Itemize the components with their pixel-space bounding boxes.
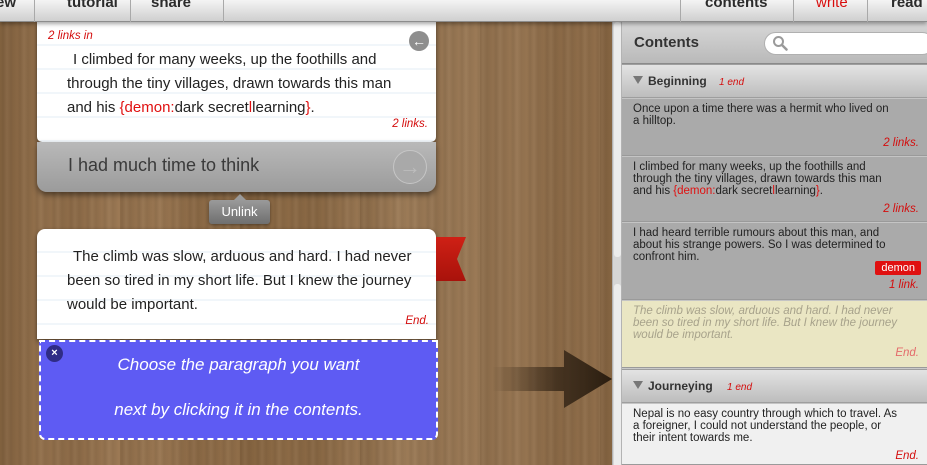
choose-next-paragraph-prompt: × Choose the paragraph you want next by … [39,340,438,440]
search-box[interactable] [764,32,927,55]
scroll-thumb-lower [614,284,621,465]
chevron-down-icon[interactable] [633,76,643,84]
unlink-button[interactable]: Unlink [209,194,270,224]
entry-text: Nepal is no easy country through which t… [633,408,898,444]
demon-tag-badge[interactable]: demon [875,261,921,275]
top-menu-bar: ew tutorial share contents write read [0,0,927,22]
entry-text: Once upon a time there was a hermit who … [633,103,889,127]
menu-separator [223,0,224,22]
chapter-header-beginning[interactable]: Beginning 1 end [622,64,927,98]
back-arrow-icon[interactable]: ← [409,31,429,51]
search-icon [773,36,788,51]
end-label: End. [405,315,429,327]
chapter-header-journeying[interactable]: Journeying 1 end [622,369,927,403]
entry-link-count: 2 links. [883,137,919,149]
contents-entry[interactable]: Nepal is no easy country through which t… [622,403,927,465]
scroll-thumb [614,22,621,257]
forward-arrow-icon[interactable]: → [393,150,427,184]
chapter-end-count: 1 end [719,77,745,88]
entry-end-label: End. [895,347,919,359]
chapter-name: Beginning [648,74,707,88]
contents-header: Contents [622,22,927,64]
contents-entry[interactable]: I had heard terrible rumours about this … [622,222,927,300]
menu-separator [34,0,35,22]
links-in-count: 2 links in [48,30,93,42]
contents-entry-selected[interactable]: The climb was slow, arduous and hard. I … [622,300,927,368]
paragraph-text: I climbed for many weeks, up the foothil… [67,51,392,116]
contents-entry[interactable]: Once upon a time there was a hermit who … [622,98,927,156]
menu-item-contents[interactable]: contents [705,0,768,22]
menu-separator [867,0,868,22]
paragraph-card-current[interactable]: The climb was slow, arduous and hard. I … [37,229,436,339]
entry-text: I climbed for many weeks, up the foothil… [633,161,882,197]
entry-text: I had heard terrible rumours about this … [633,227,886,263]
menu-separator [793,0,794,22]
entry-text: The climb was slow, arduous and hard. I … [633,305,897,341]
search-input[interactable] [793,35,923,52]
chevron-down-icon[interactable] [633,381,643,389]
link-choice-text: I had much time to think [68,155,260,175]
menu-separator [130,0,131,22]
entry-link-count: 1 link. [888,279,919,291]
links-out-count: 2 links. [392,118,428,130]
chapter-end-count: 1 end [727,382,753,393]
paragraph-card-previous[interactable]: 2 links in ← I climbed for many weeks, u… [37,22,436,142]
entry-link-count: 2 links. [883,203,919,215]
entry-end-label: End. [895,450,919,462]
contents-panel: Contents Beginning 1 end Once upon a tim… [622,22,927,465]
menu-item-share[interactable]: share [151,0,191,22]
menu-separator [680,0,681,22]
prompt-line-2: next by clicking it in the contents. [114,400,363,419]
sidebar-scrollbar[interactable] [612,22,622,465]
menu-item-tutorial[interactable]: tutorial [67,0,118,22]
prompt-line-1: Choose the paragraph you want [117,355,360,374]
menu-item-read[interactable]: read [891,0,923,22]
chapter-name: Journeying [648,379,713,393]
menu-item-view[interactable]: ew [0,0,16,22]
contents-title: Contents [634,34,699,51]
right-arrow-icon [492,350,612,408]
paragraph-text: The climb was slow, arduous and hard. I … [67,248,412,313]
link-choice-bar[interactable]: I had much time to think → [37,142,436,192]
contents-entry[interactable]: I climbed for many weeks, up the foothil… [622,156,927,222]
menu-item-write[interactable]: write [816,0,848,22]
